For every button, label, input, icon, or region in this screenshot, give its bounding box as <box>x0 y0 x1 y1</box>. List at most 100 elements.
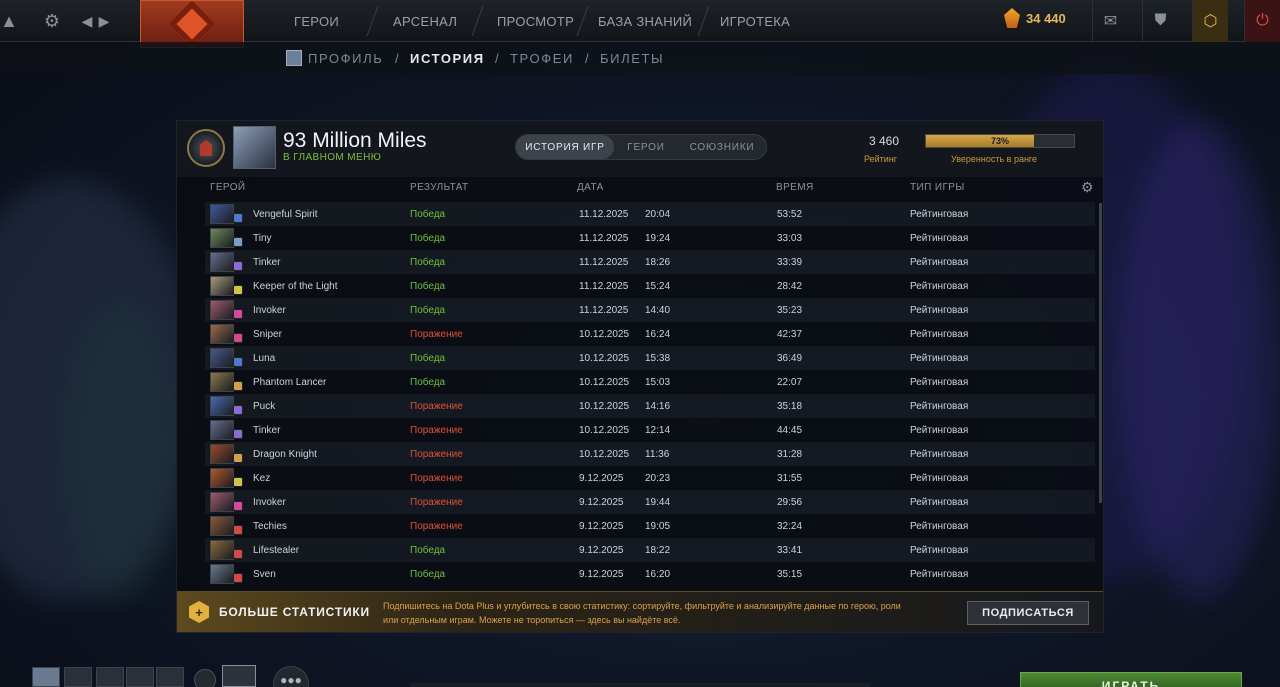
avatar[interactable] <box>233 126 276 169</box>
player-status: В ГЛАВНОМ МЕНЮ <box>283 152 382 163</box>
table-row[interactable]: Tinker Поражение 10.12.2025 12:14 44:45 Рейти… <box>205 418 1095 442</box>
hero-role-badge-icon <box>233 213 243 223</box>
subnav-history[interactable]: ИСТОРИЯ <box>410 42 485 74</box>
arrow-right-icon[interactable]: ▶ <box>96 0 112 42</box>
subscribe-button[interactable]: ПОДПИСАТЬСЯ <box>967 601 1089 625</box>
cursor-icon: ▲ <box>0 10 18 31</box>
hero-role-badge-icon <box>233 549 243 559</box>
match-history-panel: 93 Million Miles В ГЛАВНОМ МЕНЮ ИСТОРИЯ … <box>176 120 1104 633</box>
table-row[interactable]: Invoker Победа 11.12.2025 14:40 35:23 Рейтинг… <box>205 298 1095 322</box>
dota-logo-icon[interactable] <box>140 0 244 49</box>
match-start-time: 19:44 <box>645 496 671 508</box>
confidence-label: Уверенность в ранге <box>951 154 1038 164</box>
chat-bar[interactable] <box>410 683 870 687</box>
voice-chat-icon[interactable] <box>194 669 216 687</box>
match-result: Победа <box>410 352 446 364</box>
match-type: Рейтинговая <box>910 208 969 220</box>
match-start-time: 11:36 <box>645 448 670 460</box>
table-row[interactable]: Puck Поражение 10.12.2025 14:16 35:18 Рейтинг… <box>205 394 1095 418</box>
nav-watch[interactable]: ПРОСМОТР <box>497 0 574 42</box>
match-start-time: 18:26 <box>645 256 671 268</box>
rating-label: Рейтинг <box>864 154 898 164</box>
table-settings-gear-icon[interactable]: ⚙ <box>1081 179 1094 196</box>
match-date: 9.12.2025 <box>579 520 624 532</box>
match-start-time: 14:16 <box>645 400 671 412</box>
table-row[interactable]: Keeper of the Light Победа 11.12.2025 15:24… <box>205 274 1095 298</box>
hero-role-badge-icon <box>233 573 243 583</box>
match-date: 10.12.2025 <box>579 328 630 340</box>
hero-role-badge-icon <box>233 405 243 415</box>
hero-name: Dragon Knight <box>253 448 317 460</box>
match-result: Поражение <box>410 496 463 508</box>
hero-role-badge-icon <box>233 237 243 247</box>
table-row[interactable]: Vengeful Spirit Победа 11.12.2025 20:04 53:5… <box>205 202 1095 226</box>
nav-divider <box>366 6 379 36</box>
hero-portrait <box>210 564 234 584</box>
subnav-trophies[interactable]: ТРОФЕИ <box>510 42 574 74</box>
party-slot[interactable] <box>96 667 124 687</box>
match-duration: 29:56 <box>777 496 803 508</box>
promo-text: Подпишитесь на Dota Plus и углубитесь в … <box>383 601 901 625</box>
table-row[interactable]: Tiny Победа 11.12.2025 19:24 33:03 Рейтингова… <box>205 226 1095 250</box>
subnav-tickets[interactable]: БИЛЕТЫ <box>600 42 664 74</box>
nav-arsenal[interactable]: АРСЕНАЛ <box>393 0 457 42</box>
arrow-left-icon[interactable]: ◀ <box>78 0 96 42</box>
rank-medal-icon[interactable] <box>187 129 225 167</box>
tab-match-history[interactable]: ИСТОРИЯ ИГР <box>516 135 614 159</box>
hero-portrait <box>210 204 234 224</box>
match-duration: 22:07 <box>777 376 803 388</box>
scrollbar[interactable] <box>1099 203 1102 503</box>
hero-role-badge-icon <box>233 333 243 343</box>
match-start-time: 14:40 <box>645 304 671 316</box>
tab-heroes[interactable]: ГЕРОИ <box>614 135 678 159</box>
match-result: Поражение <box>410 400 463 412</box>
table-row[interactable]: Techies Поражение 9.12.2025 19:05 32:24 Рейти… <box>205 514 1095 538</box>
nav-heroes[interactable]: ГЕРОИ <box>294 0 339 42</box>
battle-pass-icon[interactable] <box>222 665 256 687</box>
party-slot-self[interactable] <box>32 667 60 687</box>
play-button[interactable]: ИГРАТЬ <box>1020 672 1242 687</box>
table-row[interactable]: Phantom Lancer Победа 10.12.2025 15:03 22:07… <box>205 370 1095 394</box>
hero-role-badge-icon <box>233 429 243 439</box>
match-start-time: 15:24 <box>645 280 671 292</box>
shards-balance[interactable]: 34 440 <box>1004 8 1066 28</box>
column-header-hero[interactable]: ГЕРОЙ <box>210 182 246 193</box>
table-row[interactable]: Sniper Поражение 10.12.2025 16:24 42:37 Рейти… <box>205 322 1095 346</box>
table-row[interactable]: Tinker Победа 11.12.2025 18:26 33:39 Рейтинго… <box>205 250 1095 274</box>
party-slot[interactable] <box>156 667 184 687</box>
hero-portrait <box>210 372 234 392</box>
gear-icon[interactable]: ⚙ <box>38 0 66 42</box>
subnav-profile[interactable]: ПРОФИЛЬ <box>308 42 383 74</box>
match-date: 11.12.2025 <box>579 304 629 316</box>
table-row[interactable]: Lifestealer Победа 9.12.2025 18:22 33:41 Рейт… <box>205 538 1095 562</box>
nav-arcade[interactable]: ИГРОТЕКА <box>720 0 790 42</box>
match-type: Рейтинговая <box>910 544 969 556</box>
hero-name: Sven <box>253 568 276 580</box>
match-result: Победа <box>410 232 446 244</box>
party-icon[interactable]: ●●● <box>273 666 309 687</box>
column-header-result[interactable]: РЕЗУЛЬТАТ <box>410 182 469 193</box>
tab-allies[interactable]: СОЮЗНИКИ <box>678 135 766 159</box>
party-slot[interactable] <box>126 667 154 687</box>
hero-role-badge-icon <box>233 357 243 367</box>
match-duration: 44:45 <box>777 424 803 436</box>
dota-plus-icon[interactable]: ⬡ <box>1192 0 1228 42</box>
mail-icon[interactable]: ✉ <box>1092 0 1128 42</box>
match-result: Поражение <box>410 472 463 484</box>
table-row[interactable]: Dragon Knight Поражение 10.12.2025 11:36 31:… <box>205 442 1095 466</box>
match-type: Рейтинговая <box>910 568 969 580</box>
table-row[interactable]: Sven Победа 9.12.2025 16:20 35:15 Рейтинговая <box>205 562 1095 586</box>
column-header-date[interactable]: ДАТА <box>577 182 604 193</box>
nav-knowledge-base[interactable]: БАЗА ЗНАНИЙ <box>598 0 692 42</box>
power-icon[interactable]: ⏻ <box>1244 0 1280 42</box>
party-slot[interactable] <box>64 667 92 687</box>
table-row[interactable]: Invoker Поражение 9.12.2025 19:44 29:56 Рейти… <box>205 490 1095 514</box>
hero-portrait <box>210 492 234 512</box>
hero-name: Vengeful Spirit <box>253 208 318 220</box>
table-row[interactable]: Luna Победа 10.12.2025 15:38 36:49 Рейтингова… <box>205 346 1095 370</box>
rating-value: 3 460 <box>869 134 900 148</box>
column-header-game-type[interactable]: ТИП ИГРЫ <box>910 182 965 193</box>
table-row[interactable]: Kez Поражение 9.12.2025 20:23 31:55 Рейтингов… <box>205 466 1095 490</box>
armory-icon[interactable]: ⛊ <box>1142 0 1178 42</box>
column-header-duration[interactable]: ВРЕМЯ <box>776 182 814 193</box>
